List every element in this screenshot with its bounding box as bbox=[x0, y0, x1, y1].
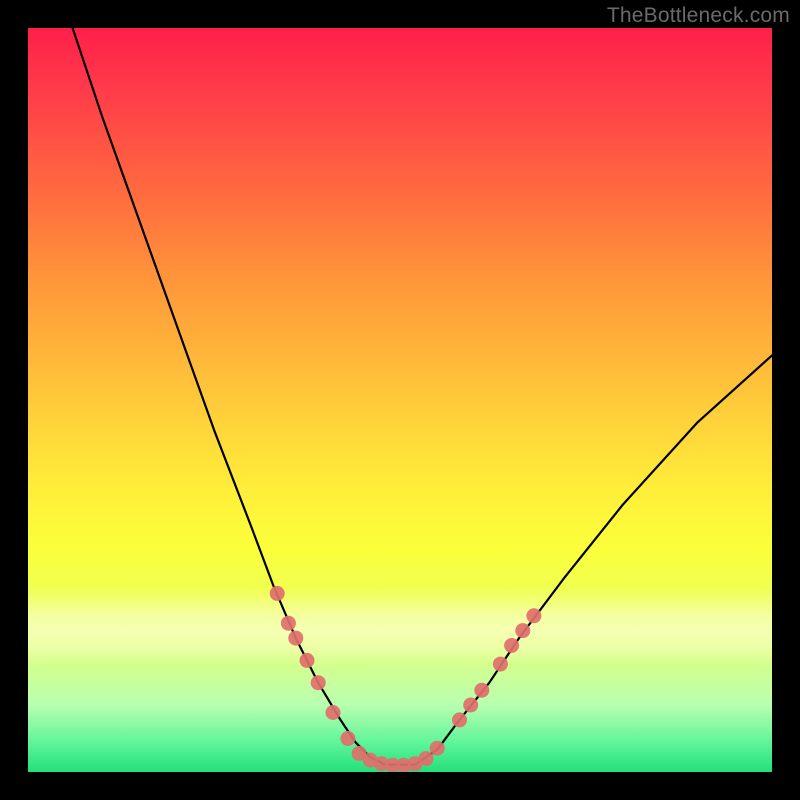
highlight-band bbox=[28, 588, 772, 664]
watermark-text: TheBottleneck.com bbox=[607, 4, 790, 28]
plot-area bbox=[28, 28, 772, 772]
chart-svg bbox=[28, 28, 772, 772]
curve-line bbox=[73, 28, 772, 765]
chart-frame: TheBottleneck.com bbox=[0, 0, 800, 800]
marker-dots bbox=[270, 586, 542, 772]
